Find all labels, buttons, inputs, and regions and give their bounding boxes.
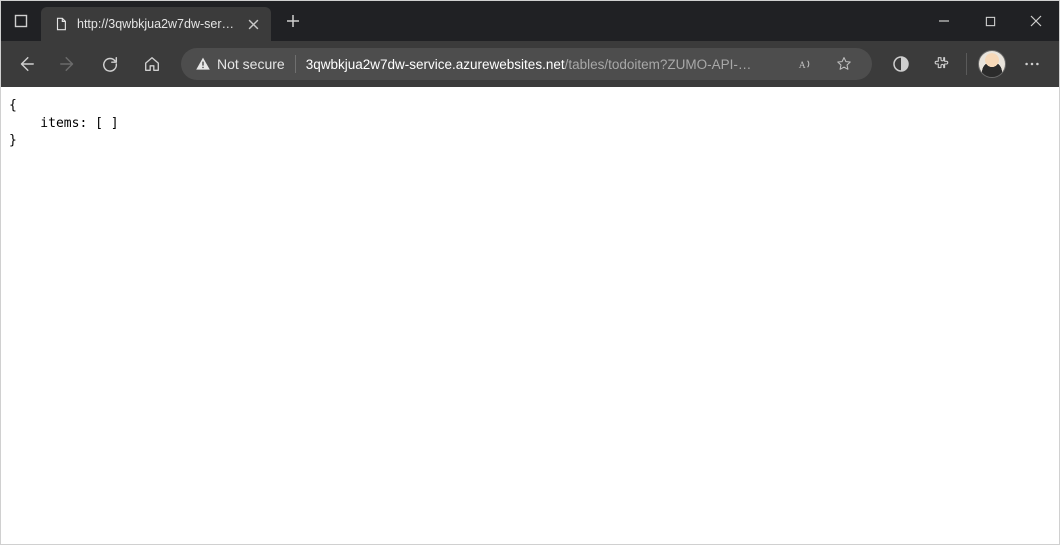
security-label: Not secure [217, 56, 285, 72]
json-line-2: items: [ ] [9, 116, 119, 131]
browser-tab[interactable]: http://3qwbkjua2w7dw-service.a [41, 7, 271, 41]
menu-button[interactable] [1013, 45, 1051, 83]
home-button[interactable] [133, 45, 171, 83]
forward-button[interactable] [49, 45, 87, 83]
warning-icon [195, 56, 211, 72]
read-aloud-button[interactable]: A [792, 50, 820, 78]
divider [295, 55, 296, 73]
json-line-1: { [9, 98, 17, 113]
tab-title: http://3qwbkjua2w7dw-service.a [77, 17, 237, 31]
titlebar: http://3qwbkjua2w7dw-service.a [1, 1, 1059, 41]
zen-button[interactable] [882, 45, 920, 83]
close-tab-button[interactable] [245, 16, 261, 32]
toolbar-right [882, 45, 1051, 83]
tab-actions-button[interactable] [1, 1, 41, 41]
svg-text:A: A [799, 60, 806, 71]
url-host: 3qwbkjua2w7dw-service.azurewebsites.net [306, 57, 565, 72]
refresh-button[interactable] [91, 45, 129, 83]
window-controls [921, 1, 1059, 41]
divider [966, 53, 967, 75]
address-bar[interactable]: Not secure 3qwbkjua2w7dw-service.azurewe… [181, 48, 872, 80]
favorites-button[interactable] [830, 50, 858, 78]
page-content: { items: [ ] } [1, 87, 1059, 544]
file-icon [53, 16, 69, 32]
close-window-button[interactable] [1013, 1, 1059, 41]
maximize-button[interactable] [967, 1, 1013, 41]
back-button[interactable] [7, 45, 45, 83]
url-path: /tables/todoitem?ZUMO-API-… [565, 57, 752, 72]
minimize-button[interactable] [921, 1, 967, 41]
json-line-3: } [9, 133, 17, 148]
extensions-button[interactable] [922, 45, 960, 83]
titlebar-left: http://3qwbkjua2w7dw-service.a [1, 1, 309, 41]
new-tab-button[interactable] [277, 5, 309, 37]
profile-button[interactable] [973, 45, 1011, 83]
toolbar: Not secure 3qwbkjua2w7dw-service.azurewe… [1, 41, 1059, 87]
url-text: 3qwbkjua2w7dw-service.azurewebsites.net/… [306, 57, 782, 72]
avatar [978, 50, 1006, 78]
security-indicator[interactable]: Not secure [195, 56, 285, 72]
